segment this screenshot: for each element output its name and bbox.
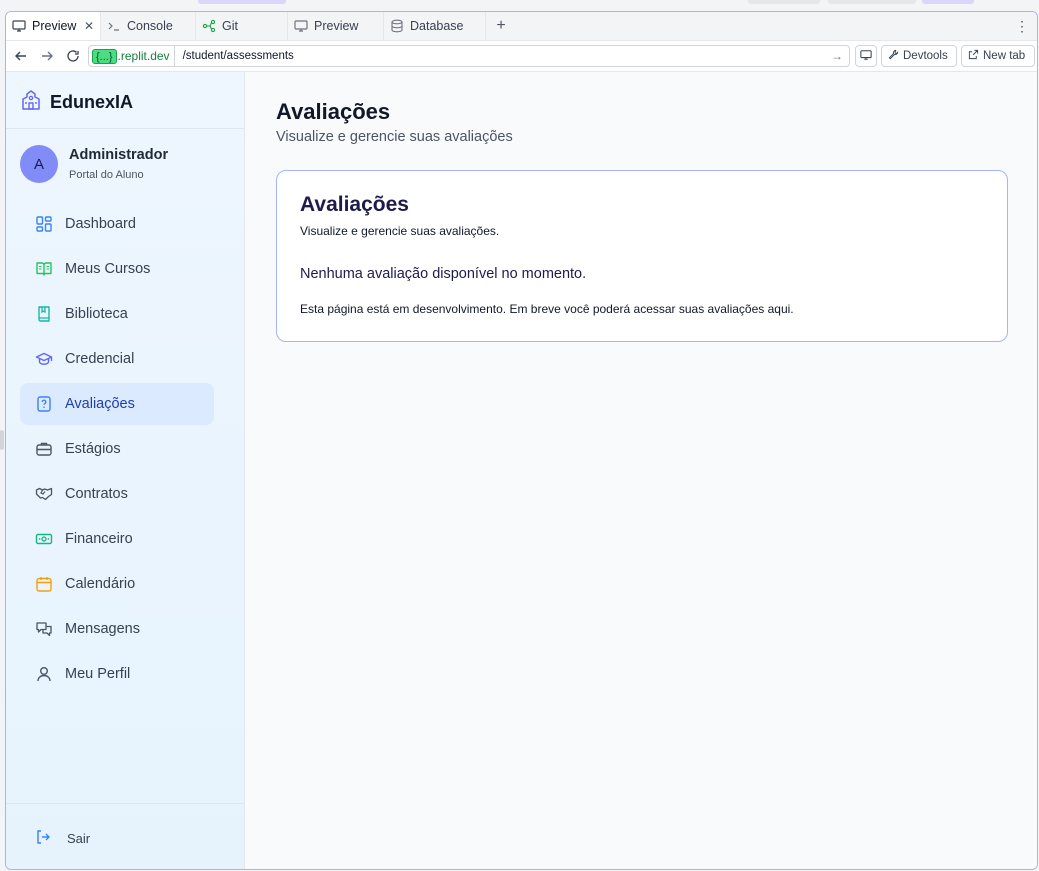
sidebar-nav: Dashboard Meus Cursos Biblioteca Credenc…	[20, 203, 214, 698]
tab-git[interactable]: Git	[196, 12, 288, 40]
sidebar-item-label: Credencial	[65, 351, 135, 367]
top-sliver	[0, 0, 1039, 11]
sidebar-item-meu-perfil[interactable]: Meu Perfil	[20, 653, 214, 695]
monitor-icon	[12, 19, 26, 33]
sidebar-item-dashboard[interactable]: Dashboard	[20, 203, 214, 245]
development-note: Esta página está em desenvolvimento. Em …	[300, 302, 794, 316]
file-question-icon	[35, 395, 53, 413]
go-arrow-icon[interactable]: →	[831, 49, 843, 63]
devtools-button[interactable]: Devtools	[881, 45, 957, 67]
add-tab-button[interactable]: +	[486, 12, 516, 40]
messages-icon	[35, 620, 53, 638]
window-control	[198, 0, 286, 4]
sidebar-item-label: Estágios	[65, 441, 121, 457]
sidebar-item-label: Meu Perfil	[65, 666, 131, 682]
window-control	[748, 0, 820, 4]
brand[interactable]: EdunexIA	[20, 89, 133, 116]
sidebar-item-label: Mensagens	[65, 621, 140, 637]
dashboard-icon	[35, 215, 53, 233]
card-subtitle: Visualize e gerencie suas avaliações.	[300, 224, 500, 238]
sidebar-item-label: Financeiro	[65, 531, 133, 547]
reload-icon[interactable]	[65, 48, 81, 64]
external-link-icon	[968, 49, 979, 63]
tab-label: Preview	[32, 19, 77, 33]
sidebar: EdunexIA A Administrador Portal do Aluno…	[6, 72, 245, 869]
handshake-icon	[35, 485, 53, 503]
url-field[interactable]: {...} .replit.dev /student/assessments →	[88, 45, 850, 67]
forward-arrow-icon[interactable]	[39, 48, 55, 64]
logout-button[interactable]: Sair	[35, 829, 90, 848]
sidebar-item-label: Dashboard	[65, 216, 136, 232]
main-content: Avaliações Visualize e gerencie suas ava…	[245, 72, 1037, 869]
banknote-icon	[35, 530, 53, 548]
new-tab-button[interactable]: New tab	[961, 45, 1035, 67]
sidebar-item-label: Avaliações	[65, 396, 135, 412]
sidebar-item-contratos[interactable]: Contratos	[20, 473, 214, 515]
calendar-icon	[35, 575, 53, 593]
monitor-icon	[860, 49, 872, 64]
screen-toggle-button[interactable]	[855, 45, 877, 67]
sidebar-item-financeiro[interactable]: Financeiro	[20, 518, 214, 560]
sidebar-item-credencial[interactable]: Credencial	[20, 338, 214, 380]
tab-preview[interactable]: Preview	[288, 12, 384, 40]
git-icon	[202, 19, 216, 33]
sidebar-item-label: Meus Cursos	[65, 261, 151, 277]
page-title: Avaliações	[276, 99, 391, 124]
sidebar-item-calendario[interactable]: Calendário	[20, 563, 214, 605]
resize-handle[interactable]	[0, 430, 4, 450]
briefcase-icon	[35, 440, 53, 458]
window-control	[922, 0, 974, 4]
sidebar-item-label: Biblioteca	[65, 306, 128, 322]
url-domain: {...} .replit.dev	[89, 46, 175, 66]
divider	[6, 803, 245, 804]
tab-label: Console	[127, 19, 173, 33]
divider	[6, 128, 245, 129]
library-icon	[35, 305, 53, 323]
user-icon	[35, 665, 53, 683]
close-icon[interactable]: ✕	[84, 19, 94, 33]
terminal-icon	[107, 19, 121, 33]
url-bar: {...} .replit.dev /student/assessments →…	[6, 41, 1037, 72]
sidebar-item-meus-cursos[interactable]: Meus Cursos	[20, 248, 214, 290]
sidebar-item-mensagens[interactable]: Mensagens	[20, 608, 214, 650]
tab-label: Preview	[314, 19, 359, 33]
back-arrow-icon[interactable]	[13, 48, 29, 64]
tab-label: Git	[222, 19, 238, 33]
empty-state-message: Nenhuma avaliação disponível no momento.	[300, 266, 587, 282]
page-subtitle: Visualize e gerencie suas avaliações	[276, 129, 513, 145]
tab-console[interactable]: Console	[101, 12, 196, 40]
sidebar-item-label: Contratos	[65, 486, 128, 502]
sidebar-item-label: Calendário	[65, 576, 136, 592]
user-role: Portal do Aluno	[69, 169, 144, 181]
graduation-cap-icon	[35, 350, 53, 368]
new-tab-label: New tab	[983, 50, 1026, 62]
avatar[interactable]: A	[20, 145, 58, 183]
domain-text: .replit.dev	[117, 49, 170, 63]
tab-bar: Preview ✕ Console Git Preview Database +…	[6, 12, 1037, 41]
devtools-label: Devtools	[903, 50, 948, 62]
user-name: Administrador	[69, 147, 169, 163]
domain-pill: {...}	[92, 48, 117, 64]
logout-icon	[35, 829, 51, 848]
url-path: /student/assessments	[182, 50, 294, 62]
window-control	[828, 0, 916, 4]
kebab-menu-icon[interactable]: ⋮	[1015, 18, 1029, 35]
database-icon	[390, 19, 404, 33]
sidebar-item-avaliacoes[interactable]: Avaliações	[20, 383, 214, 425]
tab-preview-active[interactable]: Preview ✕	[6, 12, 101, 40]
book-open-icon	[35, 260, 53, 278]
browser-window: Preview ✕ Console Git Preview Database +…	[5, 11, 1038, 870]
card-title: Avaliações	[300, 193, 409, 216]
brand-name: EdunexIA	[50, 92, 134, 112]
tab-database[interactable]: Database	[384, 12, 486, 40]
wrench-icon	[888, 49, 899, 63]
school-icon	[20, 89, 42, 116]
sidebar-item-biblioteca[interactable]: Biblioteca	[20, 293, 214, 335]
assessments-card: Avaliações Visualize e gerencie suas ava…	[276, 170, 1008, 342]
logout-label: Sair	[67, 831, 91, 846]
tab-label: Database	[410, 19, 464, 33]
monitor-icon	[294, 19, 308, 33]
sidebar-item-estagios[interactable]: Estágios	[20, 428, 214, 470]
